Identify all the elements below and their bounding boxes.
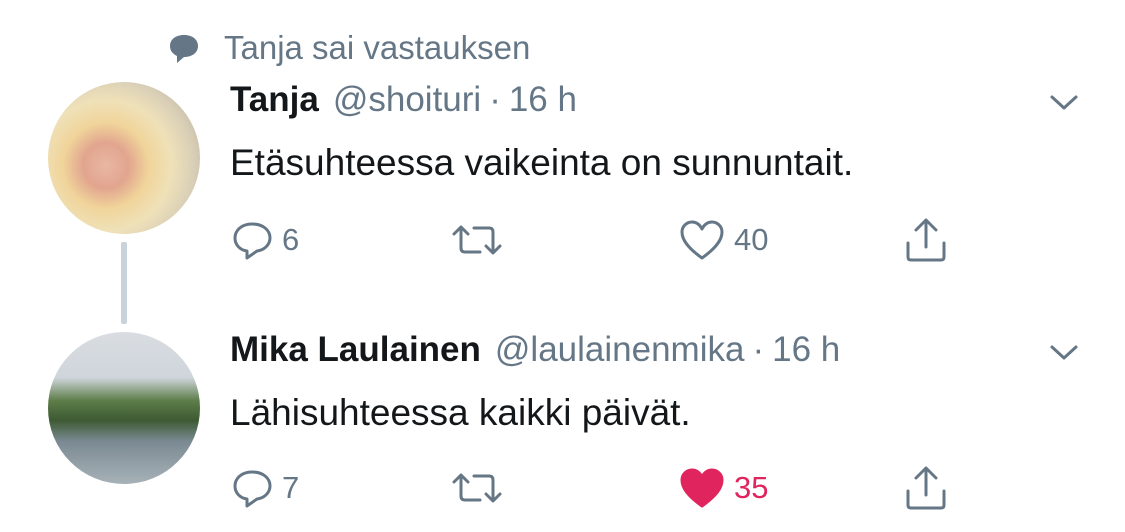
tweet-text: Lähisuhteessa kaikki päivät. <box>230 392 691 433</box>
tweet-text: Etäsuhteessa vaikeinta on sunnuntait. <box>230 142 854 183</box>
reply-icon <box>230 218 274 262</box>
retweet-icon <box>450 466 504 510</box>
reply-button[interactable]: 7 <box>230 466 299 510</box>
like-count: 35 <box>734 470 769 505</box>
share-button[interactable] <box>902 218 950 262</box>
timestamp[interactable]: 16 h <box>772 330 840 370</box>
avatar-tanja[interactable] <box>48 82 200 234</box>
author-handle[interactable]: @shoituri <box>333 80 481 120</box>
avatar-mika[interactable] <box>48 332 200 484</box>
author-name[interactable]: Mika Laulainen <box>230 330 481 370</box>
retweet-icon <box>450 218 504 262</box>
retweet-button[interactable] <box>450 218 504 262</box>
like-button[interactable]: 35 <box>678 466 768 510</box>
reply-count: 7 <box>282 470 300 505</box>
heart-icon <box>678 218 726 262</box>
speech-bubble-icon <box>164 28 204 68</box>
like-button[interactable]: 40 <box>678 218 768 262</box>
reply-count: 6 <box>282 222 300 257</box>
context-text: Tanja sai vastauksen <box>224 29 531 66</box>
chevron-down-icon[interactable] <box>1044 338 1084 368</box>
like-count: 40 <box>734 222 769 257</box>
share-icon <box>902 217 950 263</box>
author-handle[interactable]: @laulainenmika <box>495 330 745 370</box>
retweet-button[interactable] <box>450 466 504 510</box>
chevron-down-icon[interactable] <box>1044 88 1084 118</box>
tweet-header: Tanja @shoituri · 16 h <box>230 80 577 124</box>
reply-icon <box>230 466 274 510</box>
separator-dot: · <box>752 330 765 369</box>
timestamp[interactable]: 16 h <box>509 80 577 120</box>
thread-connector <box>121 242 127 324</box>
separator-dot: · <box>489 80 501 119</box>
reply-button[interactable]: 6 <box>230 218 299 262</box>
share-icon <box>902 465 950 511</box>
heart-filled-icon <box>678 466 726 510</box>
author-name[interactable]: Tanja <box>230 80 319 120</box>
tweet-header: Mika Laulainen @laulainenmika · 16 h <box>230 330 840 374</box>
social-context: Tanja sai vastauksen <box>164 28 530 68</box>
share-button[interactable] <box>902 466 950 510</box>
